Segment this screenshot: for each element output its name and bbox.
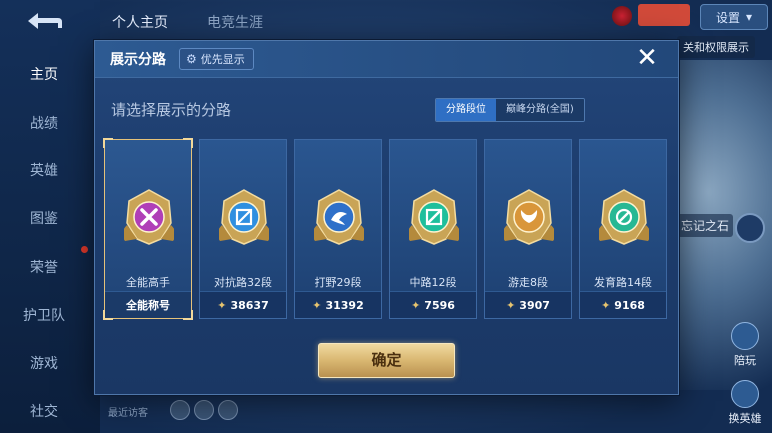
sidebar-item-heroes[interactable]: 英雄 [0,160,88,180]
tab-peak-lane[interactable]: 巅峰分路(全国) [496,99,584,121]
rank-icon: ✦ [601,298,611,312]
sidebar-item-guard[interactable]: 护卫队 [0,305,88,325]
bow-icon [599,189,649,245]
lane-name: 对抗路32段 [214,276,272,289]
close-icon[interactable]: ✕ [633,45,661,73]
hero-icon [731,380,759,408]
visitor-avatar[interactable] [194,400,214,420]
settings-label: 设置 [715,10,740,25]
dialog-title: 展示分路 [110,52,166,68]
link-icon[interactable] [735,213,765,243]
recent-visitors-label[interactable]: 最近访客 [108,404,148,419]
avatar[interactable] [612,6,632,26]
lane-name: 游走8段 [508,276,548,289]
display-lane-dialog: 展示分路 ⚙ 优先显示 ✕ 请选择展示的分路 分路段位 巅峰分路(全国) 全能高… [94,40,679,395]
priority-display-button[interactable]: ⚙ 优先显示 [179,48,254,70]
lane-footer: ✦ 3907 [485,291,571,318]
lane-card[interactable]: 对抗路32段 ✦ 38637 [199,139,287,319]
lane-footer: ✦ 31392 [295,291,381,318]
sidebar-item-honor[interactable]: 荣誉 [0,257,88,277]
lane-footer: ✦ 9168 [580,291,666,318]
background-label-stone: 忘记之石 [677,214,734,237]
lane-score: 31392 [325,298,364,312]
rank-icon: ✦ [312,298,322,312]
rank-icon: ✦ [217,298,227,312]
tab-esports[interactable]: 电竞生涯 [207,12,263,32]
corner-ornament [103,138,113,148]
companion-icon [731,322,759,350]
dialog-header: 展示分路 ⚙ 优先显示 ✕ [95,41,678,78]
lane-footer: ✦ 38637 [200,291,286,318]
notification-dot [81,246,88,253]
lane-footer: 全能称号 [105,291,191,318]
chevron-down-icon: ▾ [745,10,753,24]
companion-label: 陪玩 [734,354,756,367]
dragon-icon [314,189,364,245]
confirm-button[interactable]: 确定 [318,343,455,378]
tab-profile[interactable]: 个人主页 [112,12,168,32]
dialog-prompt: 请选择展示的分路 [111,101,232,119]
lane-name: 中路12段 [409,276,457,289]
lane-score: 全能称号 [126,299,170,312]
rank-icon: ✦ [506,298,516,312]
lane-name: 发育路14段 [594,276,652,289]
lane-tab-switch: 分路段位 巅峰分路(全国) [435,98,585,122]
lane-card[interactable]: 中路12段 ✦ 7596 [389,139,477,319]
x-emblem-icon [124,189,174,245]
visitor-avatar[interactable] [218,400,238,420]
lane-card[interactable]: 全能高手 全能称号 [103,138,193,320]
lane-score: 9168 [614,298,645,312]
rank-icon: ✦ [411,298,421,312]
lane-score: 3907 [519,298,550,312]
wings-icon [504,189,554,245]
visitor-avatar[interactable] [170,400,190,420]
lane-card[interactable]: 游走8段 ✦ 3907 [484,139,572,319]
settings-button[interactable]: 设置 ▾ [700,4,768,30]
companion-button[interactable]: 陪玩 [721,322,769,368]
lane-name: 打野29段 [314,276,362,289]
corner-ornament [183,138,193,148]
priority-display-label: 优先显示 [200,53,245,66]
lane-card[interactable]: 打野29段 ✦ 31392 [294,139,382,319]
promo-badge[interactable] [638,4,690,26]
back-icon[interactable] [22,8,66,34]
lane-score: 38637 [230,298,269,312]
background-label-permissions: 关和权限展示 [677,36,755,58]
sidebar-item-record[interactable]: 战绩 [0,113,88,133]
slash-icon [409,189,459,245]
lane-score: 7596 [424,298,455,312]
shield-sword-icon [219,189,269,245]
lane-footer: ✦ 7596 [390,291,476,318]
tab-lane-rank[interactable]: 分路段位 [436,99,496,121]
sidebar-item-atlas[interactable]: 图鉴 [0,208,88,228]
sidebar-item-home[interactable]: 主页 [0,64,88,84]
sidebar-item-social[interactable]: 社交 [0,401,88,421]
change-hero-label: 换英雄 [728,412,762,425]
change-hero-button[interactable]: 换英雄 [721,380,769,426]
lane-card[interactable]: 发育路14段 ✦ 9168 [579,139,667,319]
gear-icon: ⚙ [186,52,197,66]
lane-name: 全能高手 [126,276,170,289]
sidebar-item-games[interactable]: 游戏 [0,353,88,373]
